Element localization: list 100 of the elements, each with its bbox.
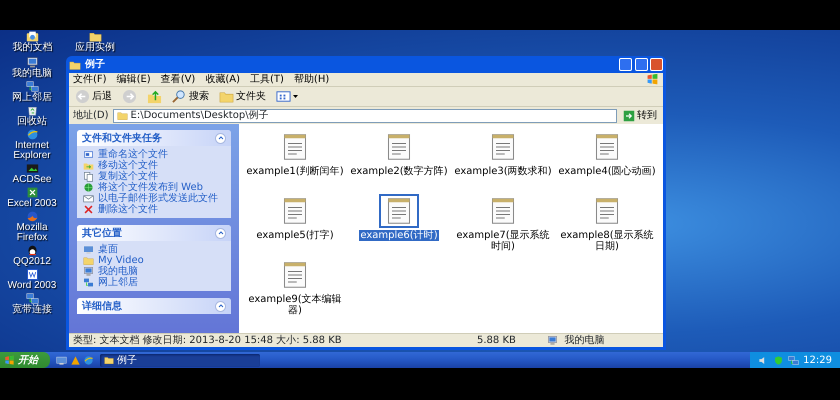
desktop-icon-label[interactable]: 宽带连接	[12, 304, 52, 314]
menu-item[interactable]: 查看(V)	[160, 72, 196, 87]
desktop-icon-label[interactable]: ACDSee	[12, 174, 52, 184]
desktop-icon-label[interactable]: Word 2003	[8, 280, 56, 290]
task-link[interactable]: 删除这个文件	[98, 204, 158, 215]
menu-item[interactable]: 收藏(A)	[205, 72, 240, 87]
address-path: E:\Documents\Desktop\例子	[130, 109, 269, 123]
file-name[interactable]: example4(圆心动画)	[557, 166, 657, 177]
task-link[interactable]: My Video	[98, 255, 144, 266]
folder-icon	[116, 110, 128, 121]
photo-viewer-icon[interactable]	[26, 162, 38, 174]
notepad-document-icon	[281, 197, 309, 225]
back-button[interactable]: 后退	[73, 89, 114, 104]
file-name[interactable]: example2(数字方阵)	[349, 166, 449, 177]
desktop-icon-label[interactable]: Excel 2003	[7, 198, 57, 208]
status-location: 我的电脑	[564, 334, 606, 348]
network-computers-icon[interactable]	[26, 80, 38, 92]
desktop-icon[interactable]	[56, 354, 67, 366]
desktop-icon-label[interactable]: Mozilla Firefox	[2, 222, 62, 242]
file-name[interactable]: example9(文本编辑器)	[245, 294, 345, 316]
globe-icon[interactable]	[26, 128, 38, 140]
status-size: 5.88 KB	[476, 334, 517, 348]
menu-item[interactable]: 帮助(H)	[294, 72, 330, 87]
close-button[interactable]	[650, 58, 663, 71]
spreadsheet-icon[interactable]	[26, 186, 38, 198]
collapse-button[interactable]	[215, 228, 226, 238]
folders-button[interactable]: 文件夹	[217, 89, 268, 104]
folder-icon	[104, 355, 114, 365]
task-link[interactable]: 以电子邮件形式发送此文件	[98, 193, 218, 204]
desktop-icon-label[interactable]: 回收站	[17, 116, 47, 126]
caret-icon	[293, 94, 298, 98]
folder-icon	[69, 58, 81, 70]
go-button[interactable]: 转到	[621, 108, 659, 123]
maximize-button[interactable]	[634, 58, 648, 71]
go-arrow-icon	[623, 110, 635, 122]
search-button[interactable]: 搜索	[170, 89, 211, 104]
network-computers-icon	[83, 277, 94, 288]
copy-pages-icon	[83, 171, 94, 182]
file-name[interactable]: example1(判断闰年)	[245, 166, 345, 177]
globe-icon	[83, 182, 94, 193]
task-link[interactable]: 将这个文件发布到 Web	[98, 182, 203, 193]
documents-folder-icon[interactable]	[26, 30, 39, 43]
task-link[interactable]: 移动这个文件	[98, 160, 158, 171]
task-link[interactable]: 桌面	[98, 244, 118, 255]
desktop-icon-label[interactable]: 应用实例	[75, 43, 115, 53]
notepad-document-icon	[385, 133, 413, 161]
task-link[interactable]: 重命名这个文件	[98, 149, 168, 160]
task-link[interactable]: 网上邻居	[98, 277, 138, 288]
menu-item[interactable]: 文件(F)	[73, 72, 107, 87]
notepad-document-icon	[489, 133, 517, 161]
computer-icon	[83, 266, 94, 277]
task-link[interactable]: 复制这个文件	[98, 171, 158, 182]
notepad-document-icon	[593, 133, 621, 161]
penguin-icon[interactable]	[26, 244, 38, 256]
desktop-icon-label[interactable]: QQ2012	[13, 256, 51, 266]
collapse-button[interactable]	[215, 132, 226, 144]
globe-icon[interactable]	[83, 354, 94, 366]
desktop-icon-label[interactable]: 我的电脑	[12, 68, 52, 78]
taskbar-button[interactable]: 例子	[100, 354, 260, 366]
status-details: 类型: 文本文档 修改日期: 2013-8-20 15:48 大小: 5.88 KB	[72, 334, 343, 348]
folder-up-icon	[147, 89, 162, 104]
file-name[interactable]: example5(打字)	[255, 230, 335, 241]
file-name[interactable]: example8(显示系统日期)	[557, 230, 657, 252]
collapse-button[interactable]	[215, 300, 226, 312]
notepad-document-icon	[385, 197, 413, 225]
clock: 12:29	[803, 354, 832, 368]
address-field[interactable]: E:\Documents\Desktop\例子	[112, 108, 617, 122]
menu-item[interactable]: 工具(T)	[250, 72, 284, 87]
computer-icon[interactable]	[26, 56, 38, 68]
view-grid-icon	[276, 89, 291, 104]
minimize-button[interactable]	[619, 58, 632, 71]
views-button[interactable]	[274, 89, 300, 104]
triangle-icon[interactable]	[70, 354, 80, 366]
file-name[interactable]: example3(两数求和)	[453, 166, 553, 177]
file-name[interactable]: example6(计时)	[359, 230, 439, 241]
menu-item[interactable]: 编辑(E)	[116, 72, 151, 87]
desktop-icon	[83, 244, 94, 255]
notepad-document-icon	[489, 197, 517, 225]
chevron-up-icon	[218, 230, 224, 236]
start-button[interactable]: 开始	[0, 352, 50, 368]
chevron-up-icon	[218, 135, 224, 141]
windows-logo-icon	[646, 73, 659, 86]
search-icon	[172, 89, 187, 104]
fox-globe-icon[interactable]	[26, 210, 38, 222]
windows-logo-icon	[4, 354, 15, 366]
window-title: 例子	[85, 58, 105, 72]
file-name[interactable]: example7(显示系统时间)	[453, 230, 553, 252]
notepad-document-icon	[281, 133, 309, 161]
envelope-icon	[83, 193, 94, 204]
task-link[interactable]: 我的电脑	[98, 266, 138, 277]
computer-icon	[547, 335, 558, 346]
document-w-icon[interactable]	[26, 268, 38, 280]
folder-icon[interactable]	[88, 30, 102, 43]
notepad-document-icon	[281, 261, 309, 289]
notepad-document-icon	[593, 197, 621, 225]
desktop-icon-label[interactable]: 网上邻居	[12, 92, 52, 102]
desktop-icon-label[interactable]: 我的文档	[12, 43, 52, 53]
rename-icon	[83, 149, 94, 160]
desktop-icon-label[interactable]: Internet Explorer	[2, 140, 62, 160]
network-computers-icon[interactable]	[26, 292, 38, 304]
